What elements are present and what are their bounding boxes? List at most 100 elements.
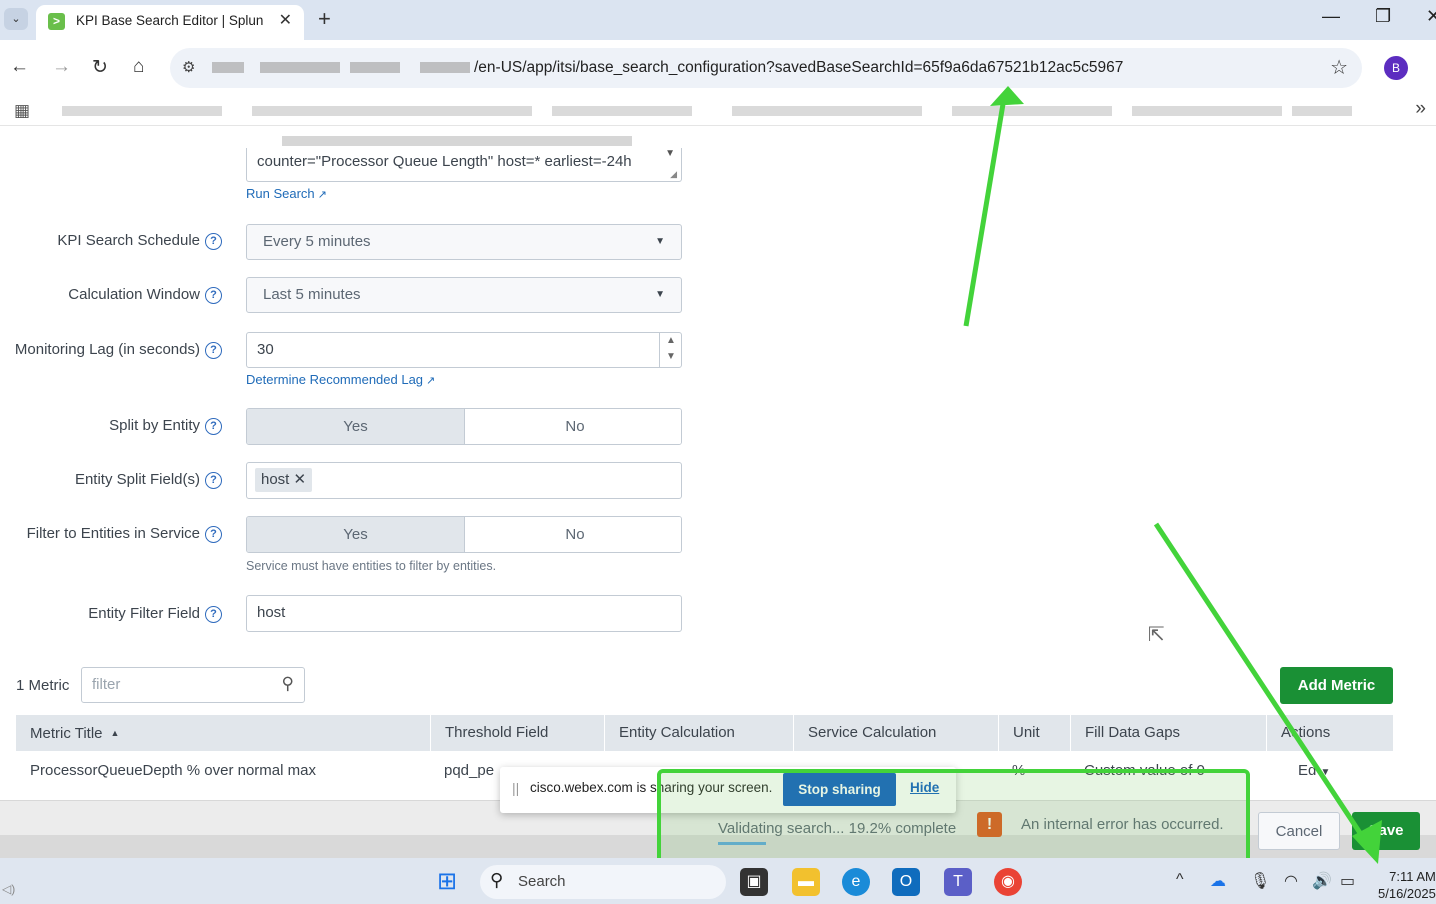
search-icon: ⚲ [490, 870, 504, 890]
col-entity-calculation[interactable]: Entity Calculation [604, 715, 793, 751]
outlook-icon[interactable]: O [892, 868, 920, 896]
entity-split-label: Entity Split Field(s)? [75, 471, 222, 489]
task-view-icon[interactable]: ▣ [740, 868, 768, 896]
search-text: counter="Processor Queue Length" host=* … [257, 153, 632, 170]
save-button[interactable]: Save [1352, 812, 1420, 850]
bookmark-redacted[interactable] [1292, 106, 1352, 116]
tab-list-button[interactable]: ⌄ [4, 8, 28, 30]
file-explorer-icon[interactable]: ▬ [792, 868, 820, 896]
restore-icon[interactable]: ❐ [1375, 6, 1391, 27]
drag-handle-icon[interactable]: || [512, 780, 519, 796]
windows-taskbar: ⊞ ⚲ Search ▣ ▬ e O T ◉ ^ ☁ 🎙 ◠ 🔊 ▭ [0, 858, 1436, 904]
filter-entities-yes[interactable]: Yes [247, 517, 465, 552]
tab-title: KPI Base Search Editor | Splunk [76, 13, 264, 28]
help-icon[interactable]: ? [205, 418, 222, 435]
col-unit[interactable]: Unit [998, 715, 1070, 751]
help-icon[interactable]: ? [205, 342, 222, 359]
minimize-icon[interactable]: — [1322, 6, 1340, 27]
reload-icon[interactable]: ↻ [92, 56, 108, 79]
tray-overflow-icon[interactable]: ^ [1176, 871, 1184, 889]
more-bookmarks-icon[interactable]: » [1415, 98, 1426, 120]
search-textarea[interactable]: counter="Processor Queue Length" host=* … [246, 148, 682, 182]
splunk-favicon-icon: > [48, 13, 65, 30]
home-icon[interactable]: ⌂ [133, 56, 144, 78]
col-actions: Actions [1266, 715, 1393, 751]
taskbar-clock[interactable]: 7:11 AM 5/16/2025 [1378, 868, 1436, 902]
chrome-icon[interactable]: ◉ [994, 868, 1022, 896]
number-spinner[interactable]: ▲ ▼ [659, 333, 681, 367]
external-link-icon: ↗ [426, 375, 436, 387]
col-fill-data-gaps[interactable]: Fill Data Gaps [1070, 715, 1266, 751]
browser-toolbar: ← → ↻ ⌂ ⚙ /en-US/app/itsi/base_search_co… [0, 40, 1436, 96]
entity-split-input[interactable]: host ✕ [246, 462, 682, 499]
bookmark-redacted[interactable] [952, 106, 1112, 116]
bookmark-redacted[interactable] [1132, 106, 1282, 116]
schedule-select[interactable]: Every 5 minutes ▼ [246, 224, 682, 260]
monitoring-lag-input[interactable]: 30 ▲ ▼ [246, 332, 682, 368]
close-tab-icon[interactable]: ✕ [279, 10, 292, 30]
remove-tag-icon[interactable]: ✕ [294, 471, 307, 488]
search-icon: ⚲ [281, 674, 294, 693]
volume-icon[interactable]: 🔊 [1312, 871, 1332, 891]
help-icon[interactable]: ? [205, 287, 222, 304]
col-metric-title[interactable]: Metric Title ▲ [16, 715, 430, 751]
battery-icon[interactable]: ▭ [1340, 871, 1355, 891]
cancel-button[interactable]: Cancel [1258, 812, 1340, 850]
help-icon[interactable]: ? [205, 526, 222, 543]
split-entity-no[interactable]: No [466, 409, 681, 444]
add-metric-button[interactable]: Add Metric [1280, 667, 1393, 704]
browser-tab-bar: ⌄ > KPI Base Search Editor | Splunk ✕ + … [0, 0, 1436, 40]
caret-down-icon: ▼ [1320, 767, 1331, 778]
bookmark-redacted[interactable] [252, 106, 532, 116]
split-entity-label: Split by Entity? [109, 417, 222, 435]
entity-filter-input[interactable]: host [246, 595, 682, 632]
decrement-icon[interactable]: ▼ [666, 351, 676, 362]
apps-grid-icon[interactable]: ▦ [14, 101, 30, 121]
close-window-icon[interactable]: ✕ [1426, 6, 1436, 27]
calc-window-label: Calculation Window? [68, 286, 222, 304]
new-tab-icon[interactable]: + [318, 6, 331, 32]
annotation-highlight-box [657, 769, 1250, 869]
edge-icon[interactable]: e [842, 868, 870, 896]
filter-entities-no[interactable]: No [466, 517, 681, 552]
browser-tab[interactable]: > KPI Base Search Editor | Splunk ✕ [36, 5, 304, 40]
help-icon[interactable]: ? [205, 233, 222, 250]
increment-icon[interactable]: ▲ [666, 335, 676, 346]
clock-time: 7:11 AM [1389, 869, 1436, 884]
microphone-icon[interactable]: 🎙 [1250, 871, 1270, 891]
col-threshold-field[interactable]: Threshold Field [430, 715, 604, 751]
bookmarks-bar: ▦ » [0, 96, 1436, 126]
teams-icon[interactable]: T [944, 868, 972, 896]
help-icon[interactable]: ? [205, 606, 222, 623]
menu-icon[interactable]: ⋮ [1428, 54, 1436, 75]
url-text: /en-US/app/itsi/base_search_configuratio… [474, 59, 1124, 76]
taskbar-search[interactable]: ⚲ Search [480, 865, 726, 899]
bookmark-redacted[interactable] [62, 106, 222, 116]
profile-avatar[interactable]: B [1384, 56, 1408, 80]
onedrive-icon[interactable]: ☁ [1210, 871, 1226, 891]
edit-action[interactable]: Ed ▼ [1298, 762, 1330, 779]
calc-window-value: Last 5 minutes [263, 286, 361, 303]
recommended-lag-link[interactable]: Determine Recommended Lag ↗ [246, 372, 435, 387]
metric-filter-input[interactable]: filter ⚲ [81, 667, 305, 703]
scroll-down-icon[interactable]: ▼ [665, 148, 675, 159]
calc-window-select[interactable]: Last 5 minutes ▼ [246, 277, 682, 313]
bookmark-redacted[interactable] [552, 106, 692, 116]
run-search-link[interactable]: Run Search ↗ [246, 186, 327, 201]
url-redacted [350, 62, 400, 73]
windows-start-icon[interactable]: ⊞ [433, 868, 461, 896]
back-icon[interactable]: ← [10, 56, 29, 78]
external-link-icon: ↗ [317, 189, 327, 201]
address-bar[interactable]: ⚙ /en-US/app/itsi/base_search_configurat… [170, 48, 1362, 88]
help-icon[interactable]: ? [205, 472, 222, 489]
monitoring-lag-label: Monitoring Lag (in seconds)? [15, 341, 222, 359]
resize-handle-icon[interactable]: ◢ [670, 169, 677, 180]
forward-icon[interactable]: → [52, 56, 71, 78]
split-entity-yes[interactable]: Yes [247, 409, 465, 444]
wifi-icon[interactable]: ◠ [1284, 871, 1298, 891]
bookmark-star-icon[interactable]: ☆ [1330, 55, 1348, 80]
bookmark-redacted[interactable] [732, 106, 922, 116]
col-service-calculation[interactable]: Service Calculation [793, 715, 998, 751]
site-settings-icon[interactable]: ⚙ [182, 58, 195, 76]
filter-entities-label: Filter to Entities in Service? [27, 525, 222, 543]
